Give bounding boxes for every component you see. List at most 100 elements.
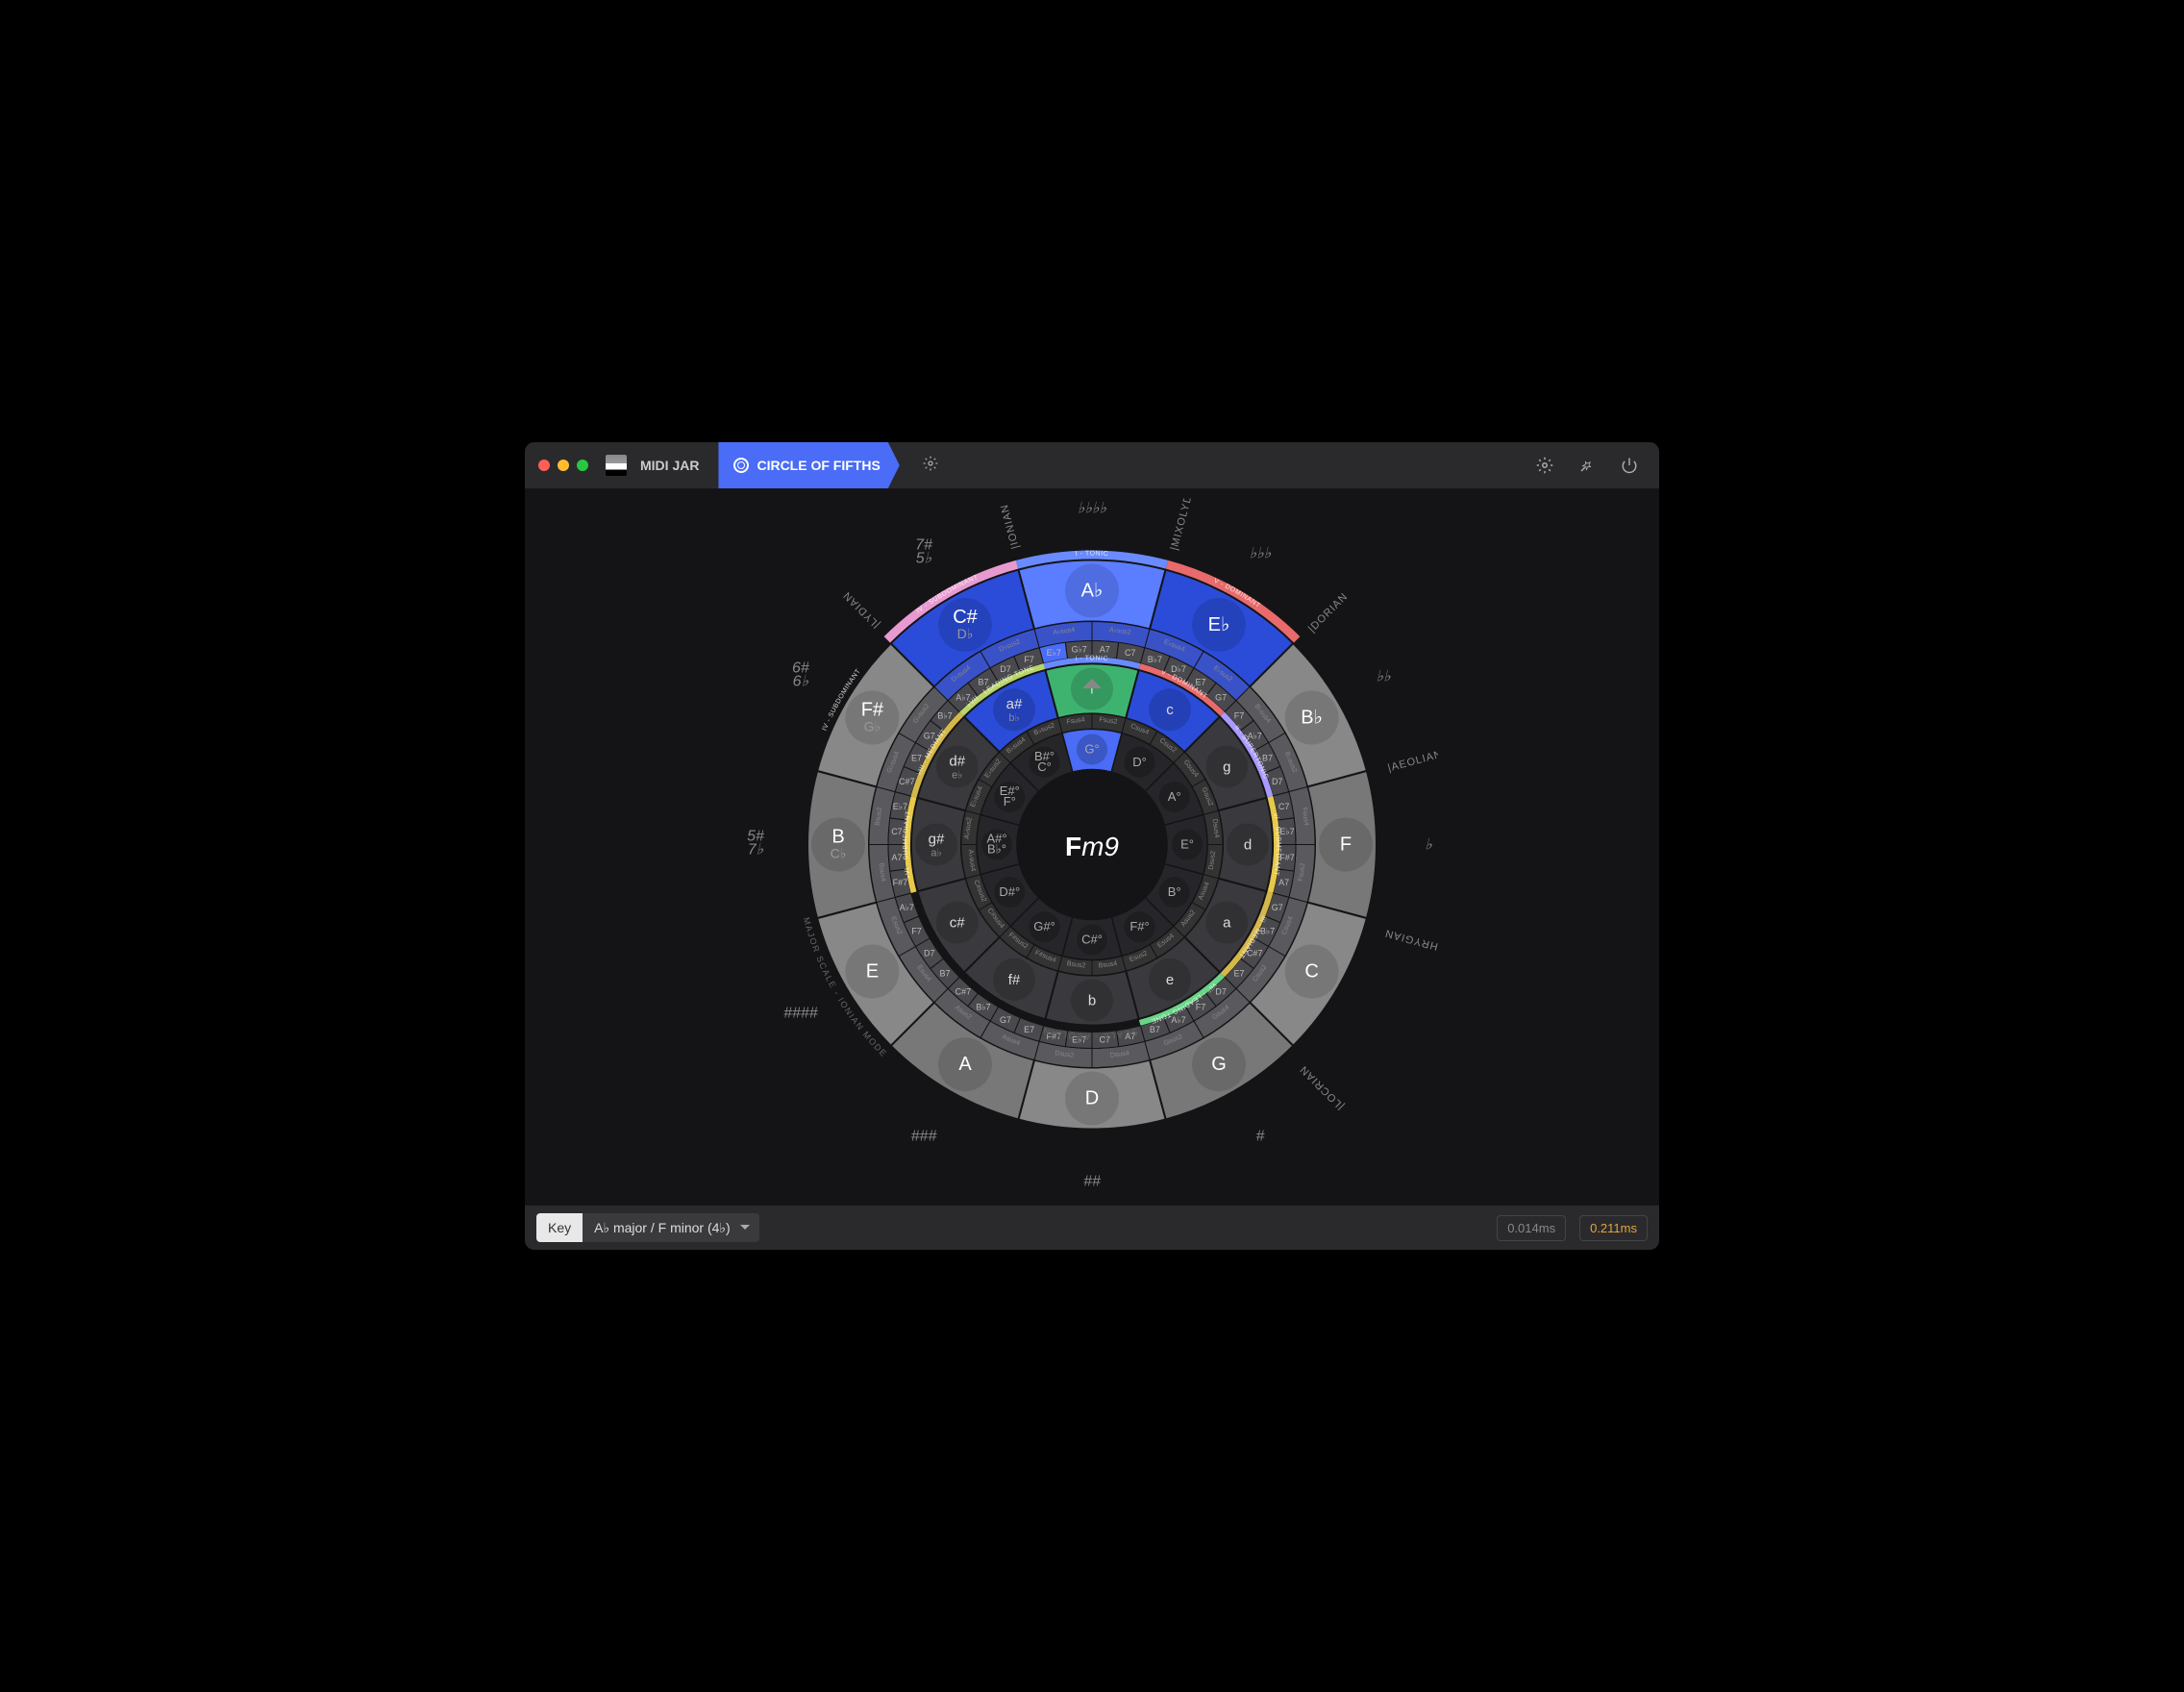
svg-text:A♭7: A♭7 (1171, 1015, 1185, 1025)
center-chord: Fm9 (1065, 832, 1119, 862)
key-signature: 5♭ (916, 550, 932, 566)
svg-text:G7: G7 (1215, 693, 1227, 703)
key-select[interactable]: A♭ major / F minor (4♭) (583, 1213, 759, 1242)
svg-text:C°: C° (1037, 759, 1052, 774)
major-note: B♭ (1301, 708, 1323, 729)
svg-text:D°: D° (1132, 755, 1147, 769)
key-signature: # (1256, 1129, 1266, 1145)
svg-text:D7: D7 (1000, 664, 1011, 674)
key-selector[interactable]: Key A♭ major / F minor (4♭) (536, 1213, 759, 1242)
app-window: MIDI JAR CIRCLE OF FIFTHS A♭A♭sus4A♭sus2… (525, 442, 1659, 1250)
svg-text:G7: G7 (1272, 903, 1283, 912)
minimize-button[interactable] (558, 460, 569, 471)
major-note: G (1211, 1054, 1227, 1075)
key-label: Key (536, 1213, 583, 1242)
svg-text:D♭7: D♭7 (1171, 664, 1186, 674)
titlebar: MIDI JAR CIRCLE OF FIFTHS (525, 442, 1659, 488)
mode-label: |PHRYGIAN (1383, 927, 1438, 955)
mode-label: |AEOLIAN (1386, 749, 1438, 775)
major-note: A♭ (1081, 581, 1104, 602)
app-name: MIDI JAR (640, 458, 699, 473)
svg-text:i - TONIC: i - TONIC (1076, 655, 1109, 662)
major-note: D (1085, 1088, 1099, 1109)
svg-text:D7: D7 (1272, 777, 1283, 786)
major-note: C# (953, 607, 978, 628)
target-icon (733, 458, 749, 473)
svg-text:F#7: F#7 (893, 878, 908, 887)
svg-text:F7: F7 (1024, 655, 1034, 664)
major-note: E♭ (1208, 614, 1230, 635)
major-note: B (831, 827, 844, 848)
major-note: C (1304, 961, 1318, 983)
svg-text:E°: E° (1180, 837, 1194, 852)
minor-note: e (1166, 972, 1174, 988)
footer: Key A♭ major / F minor (4♭) 0.014ms 0.21… (525, 1206, 1659, 1250)
mode-label: |LYDIAN (841, 589, 882, 631)
svg-text:B7: B7 (1262, 753, 1273, 762)
svg-text:A7: A7 (891, 853, 902, 862)
tab-circle-of-fifths[interactable]: CIRCLE OF FIFTHS (718, 442, 899, 488)
svg-text:G#°: G#° (1033, 919, 1055, 933)
key-signature: ## (1083, 1174, 1102, 1190)
pin-button[interactable] (1571, 449, 1603, 482)
key-signature: ### (911, 1129, 938, 1145)
maximize-button[interactable] (577, 460, 588, 471)
mode-label: |MIXOLYDIAN (1169, 499, 1201, 552)
latency-2: 0.211ms (1579, 1215, 1648, 1241)
settings-button[interactable] (1528, 449, 1561, 482)
svg-text:E7: E7 (1233, 969, 1244, 979)
svg-text:C7: C7 (1278, 802, 1290, 811)
svg-text:b♭: b♭ (1008, 712, 1019, 724)
svg-text:D7: D7 (924, 949, 935, 958)
key-signature: ♭ (1425, 837, 1432, 854)
svg-text:D♭: D♭ (957, 626, 974, 641)
svg-text:I - TONIC: I - TONIC (1076, 550, 1109, 557)
app-icon (606, 455, 627, 476)
svg-text:F7: F7 (1196, 1003, 1206, 1012)
minor-note: g (1223, 759, 1230, 776)
svg-text:A♭7: A♭7 (956, 693, 970, 703)
svg-text:B7: B7 (939, 969, 950, 979)
mode-label: |IONIAN (999, 503, 1022, 550)
key-signature: 6♭ (793, 674, 809, 690)
key-signature: 7♭ (748, 842, 764, 858)
svg-text:C♭: C♭ (831, 846, 847, 861)
svg-text:E♭7: E♭7 (1047, 648, 1061, 658)
svg-text:B♭7: B♭7 (976, 1003, 990, 1012)
svg-text:e♭: e♭ (952, 770, 962, 782)
minor-note: a (1223, 915, 1231, 932)
minor-note: d# (949, 754, 965, 770)
traffic-lights (538, 460, 588, 471)
minor-note: g# (929, 832, 945, 848)
minor-note: b (1088, 993, 1096, 1009)
key-signature: ♭♭♭♭ (1078, 501, 1107, 517)
svg-text:B7: B7 (1150, 1025, 1160, 1034)
minor-note: c (1166, 702, 1174, 718)
key-signature: #### (783, 1006, 819, 1022)
minor-note: d (1244, 837, 1252, 854)
svg-text:B♭7: B♭7 (1260, 927, 1275, 936)
svg-text:C#7: C#7 (956, 986, 972, 996)
svg-text:B♭7: B♭7 (937, 710, 952, 720)
tab-label: CIRCLE OF FIFTHS (757, 458, 880, 473)
svg-text:E♭7: E♭7 (1279, 827, 1294, 836)
power-button[interactable] (1613, 449, 1646, 482)
svg-text:A7: A7 (1100, 644, 1110, 654)
tab-settings-icon[interactable] (923, 456, 938, 476)
svg-text:G7: G7 (924, 731, 935, 740)
key-signature: ♭♭♭ (1250, 545, 1272, 561)
svg-text:C#7: C#7 (899, 777, 915, 786)
svg-text:E7: E7 (1196, 677, 1206, 686)
svg-text:E♭7: E♭7 (893, 802, 907, 811)
svg-text:F°: F° (1004, 794, 1016, 809)
minor-note: c# (950, 915, 966, 932)
close-button[interactable] (538, 460, 550, 471)
svg-text:F7: F7 (1234, 710, 1245, 720)
minor-note: f# (1008, 972, 1021, 988)
svg-text:D#°: D#° (999, 884, 1020, 899)
svg-text:A♭7: A♭7 (900, 903, 914, 912)
key-pointer (1082, 669, 1102, 688)
mode-label: |DORIAN (1306, 591, 1351, 635)
major-note: F# (861, 700, 884, 721)
major-note: A (958, 1054, 972, 1075)
